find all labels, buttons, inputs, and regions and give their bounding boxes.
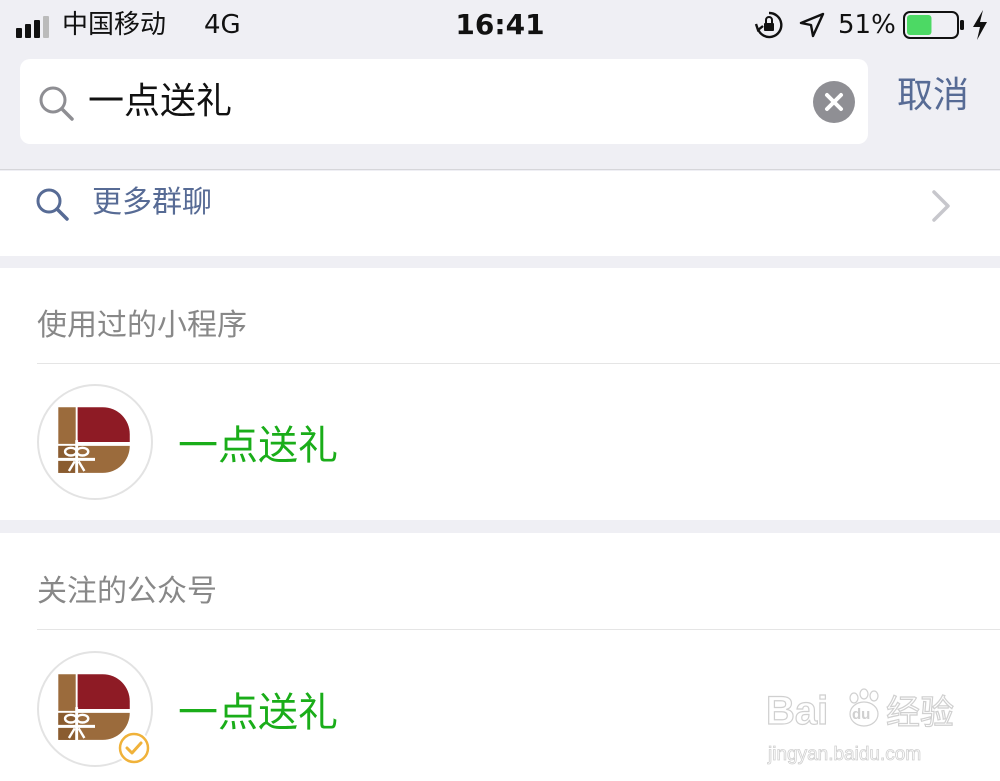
watermark-brand-suffix: 经验 <box>886 693 954 733</box>
baidu-jingyan-watermark: Bai du 经验 jingyan.baidu.com <box>766 688 955 765</box>
more-group-chats-row[interactable]: 更多群聊 <box>0 171 1000 256</box>
battery-icon <box>903 11 964 39</box>
watermark-url: jingyan.baidu.com <box>767 744 921 765</box>
rotation-lock-icon <box>754 11 783 39</box>
watermark-brand-prefix: Bai <box>766 689 828 733</box>
search-box[interactable] <box>20 59 868 144</box>
section-title: 使用过的小程序 <box>37 308 247 343</box>
result-name: 一点送礼 <box>178 423 338 469</box>
battery-percentage: 51% <box>838 10 896 40</box>
clear-icon <box>825 93 843 111</box>
wechat-search-screen: 中国移动 4G 16:41 51% 一点送礼 取消 更多群聊 使用过的小程序 一… <box>0 0 1000 781</box>
result-name: 一点送礼 <box>178 690 338 736</box>
gift-logo-icon <box>56 407 130 475</box>
cancel-button[interactable]: 取消 <box>897 72 969 120</box>
used-mini-programs-section: 使用过的小程序 一点送礼 <box>0 268 1000 520</box>
search-input[interactable] <box>88 59 788 144</box>
more-group-chats-label: 更多群聊 <box>92 185 212 220</box>
status-bar: 中国移动 4G 16:41 51% <box>0 0 1000 50</box>
charging-bolt-icon <box>973 10 987 40</box>
search-icon <box>39 86 74 121</box>
search-icon <box>36 188 69 221</box>
paw-icon: du <box>849 688 879 727</box>
clear-search-button[interactable] <box>813 81 855 123</box>
mini-program-result[interactable]: 一点送礼 <box>0 376 1000 516</box>
chevron-right-icon <box>932 190 950 222</box>
section-header: 关注的公众号 <box>37 533 1000 630</box>
section-title: 关注的公众号 <box>37 574 217 609</box>
verified-badge-icon <box>117 731 151 765</box>
app-logo <box>37 384 153 500</box>
svg-text:du: du <box>852 706 870 723</box>
search-header: 取消 <box>0 50 1000 170</box>
location-arrow-icon <box>799 12 825 38</box>
section-header: 使用过的小程序 <box>37 268 1000 364</box>
